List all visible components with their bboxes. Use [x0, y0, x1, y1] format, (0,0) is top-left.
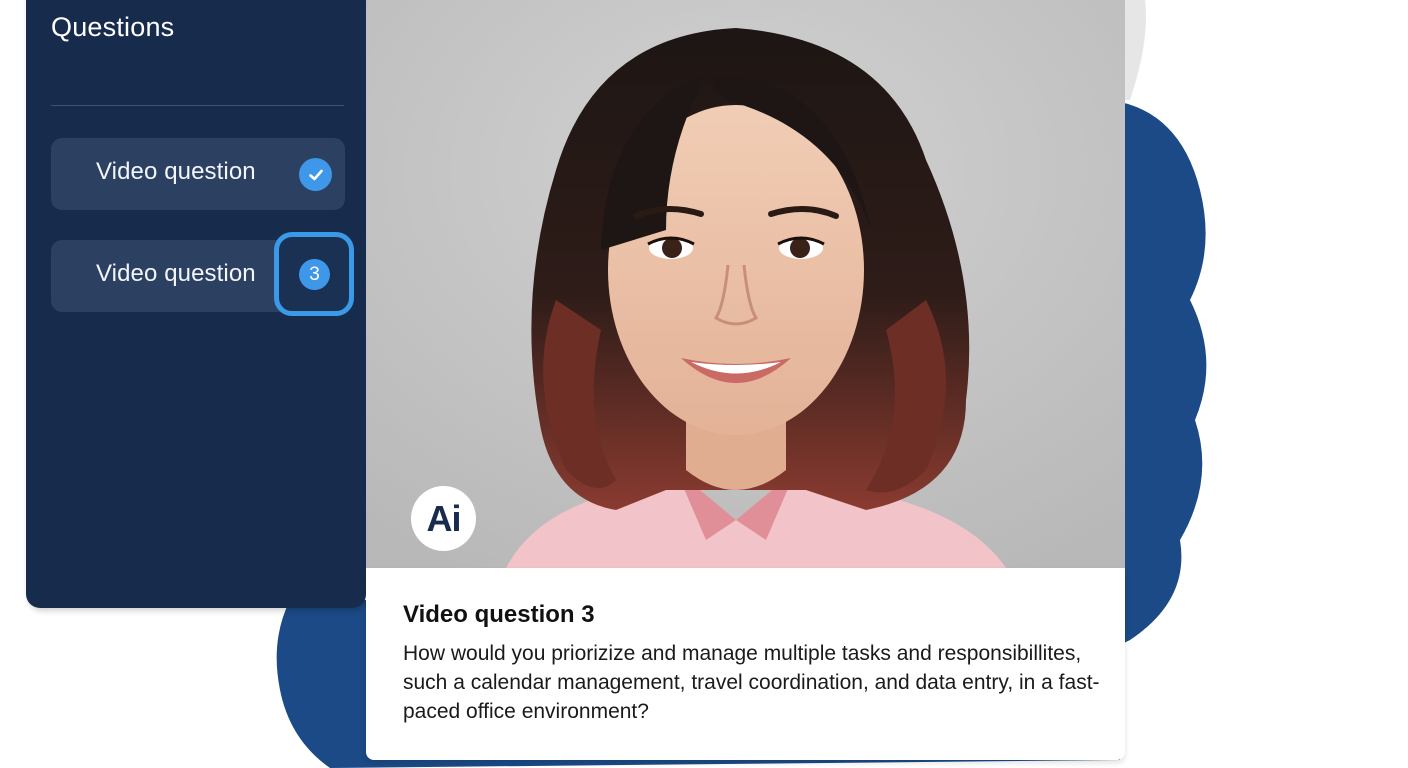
question-card: Video question 3 How would you prioriziz… — [366, 568, 1125, 760]
ai-logo: Ai — [411, 486, 476, 551]
check-icon — [299, 158, 332, 191]
question-number-badge: 3 — [299, 259, 330, 290]
questions-sidebar: Questions Video question Video question … — [26, 0, 366, 608]
sidebar-item-video-question-1[interactable]: Video question — [51, 138, 345, 210]
sidebar-item-label: Video question — [96, 158, 256, 185]
question-text: How would you priorizize and manage mult… — [403, 642, 1100, 723]
question-title: Video question 3 — [403, 601, 595, 628]
sidebar-title: Questions — [51, 12, 175, 42]
sidebar-item-video-question-3[interactable]: Video question 3 — [51, 232, 354, 316]
interviewer-avatar — [366, 0, 1125, 568]
sidebar-divider — [51, 105, 344, 106]
sidebar-item-label: Video question — [96, 260, 256, 287]
video-feed: Ai — [366, 0, 1125, 568]
current-question-highlight: 3 — [274, 232, 354, 316]
